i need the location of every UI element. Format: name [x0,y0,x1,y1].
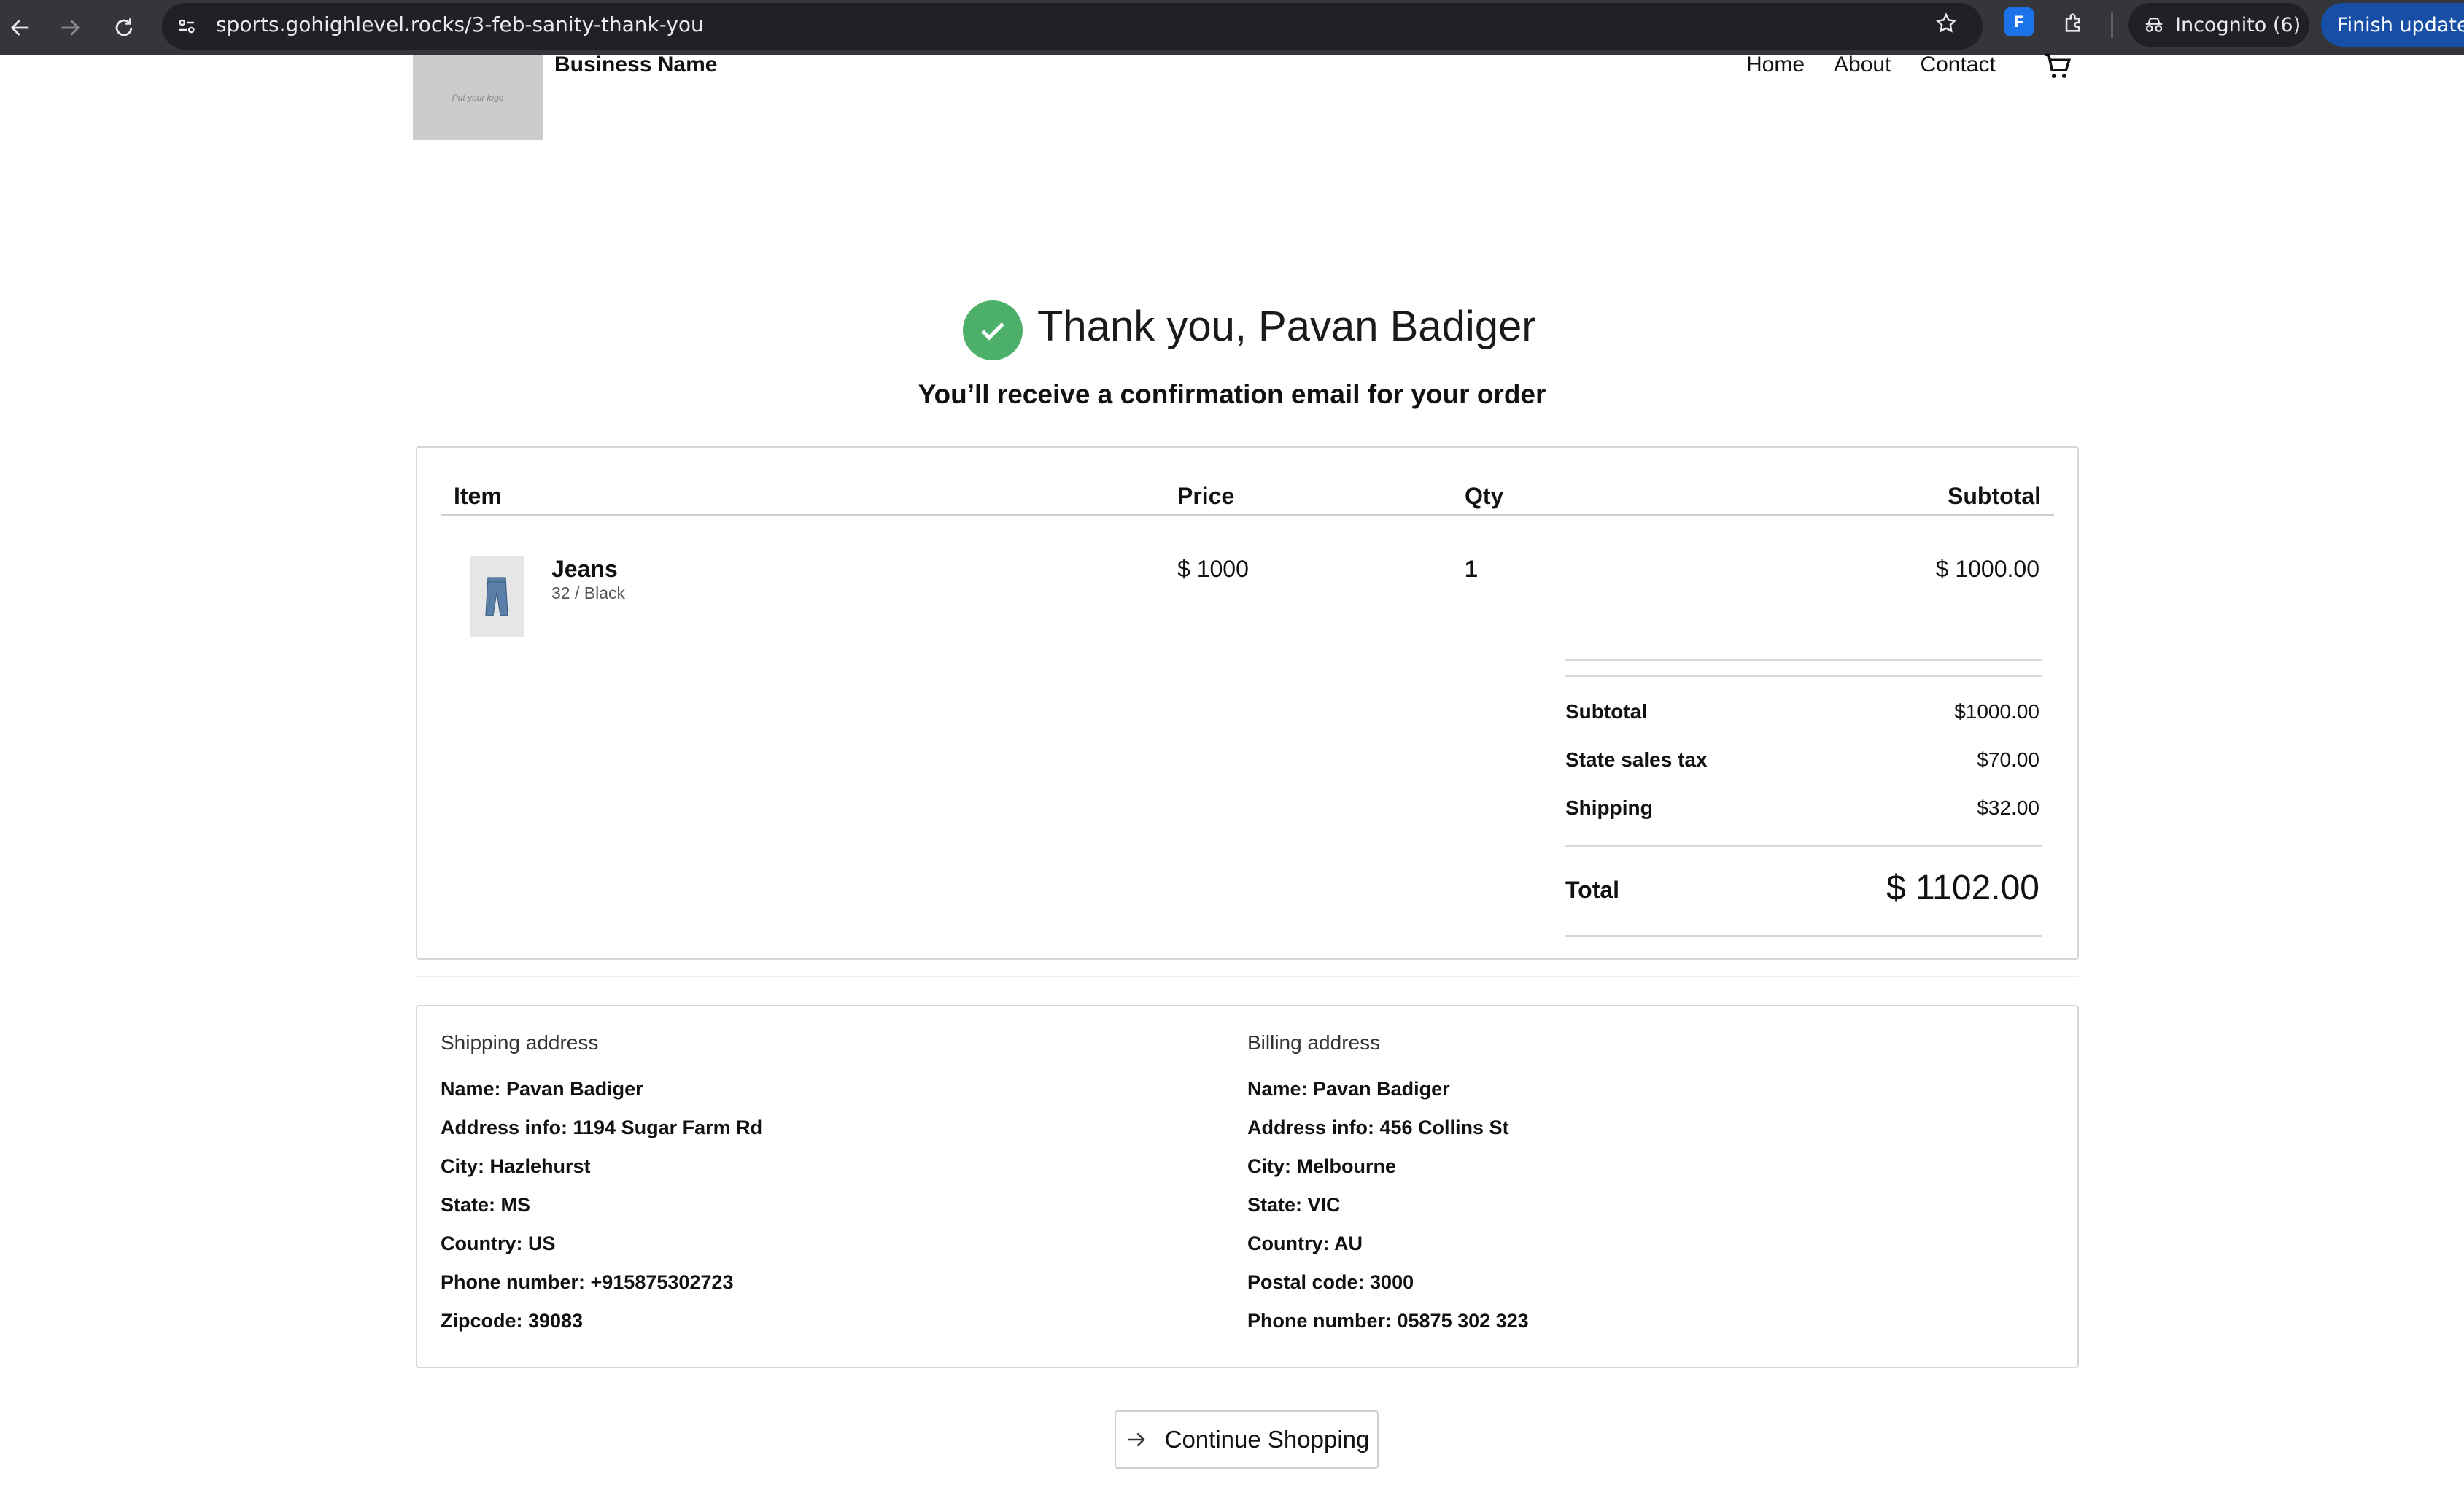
section-divider [416,976,2079,977]
logo-text: Put your logo [452,93,504,103]
item-variant: 32 / Black [551,583,625,602]
reload-icon[interactable] [105,9,143,47]
finish-update-label: Finish update [2337,13,2464,36]
thank-you-title: Thank you, Pavan Badiger [1037,303,1536,350]
shipping-zipcode: Zipcode: 39083 [441,1310,584,1332]
shipping-city: City: Hazlehurst [441,1155,591,1177]
business-name[interactable]: Business Name [554,53,717,77]
nav-about-link[interactable]: About [1834,53,1891,77]
url-text[interactable]: sports.gohighlevel.rocks/3-feb-sanity-th… [216,12,704,36]
arrow-right-icon [1128,1432,1145,1447]
billing-address-title: Billing address [1247,1031,1381,1054]
summary-divider [1565,675,2042,677]
back-icon[interactable] [1,9,39,47]
toolbar-separator [2111,12,2113,38]
cart-icon[interactable] [2042,51,2073,82]
billing-address-info: Address info: 456 Collins St [1247,1117,1509,1138]
forward-icon[interactable] [51,9,89,47]
summary-divider [1565,659,2042,661]
total-divider [1565,935,2042,937]
extension-f-icon[interactable]: F [2004,7,2034,36]
shipping-name: Name: Pavan Badiger [441,1078,643,1100]
shipping-country: Country: US [441,1233,556,1254]
billing-state: State: VIC [1247,1194,1341,1216]
total-label: Total [1565,877,1620,903]
shipping-label: Shipping [1565,796,1653,819]
column-qty: Qty [1465,483,1504,509]
billing-country: Country: AU [1247,1233,1363,1254]
billing-address: Billing address Name: Pavan Badiger Addr… [1247,1031,1529,1344]
shipping-address-info: Address info: 1194 Sugar Farm Rd [441,1117,763,1138]
continue-shopping-label: Continue Shopping [1164,1426,1370,1453]
site-nav: Home About Contact [1746,53,1996,77]
address-card: Shipping address Name: Pavan Badiger Add… [416,1005,2079,1368]
order-summary-card: Item Price Qty Subtotal Jeans 32 / Black… [416,446,2079,960]
column-item: Item [454,483,502,509]
billing-postal-code: Postal code: 3000 [1247,1271,1414,1293]
incognito-icon [2145,18,2163,32]
shipping-address: Shipping address Name: Pavan Badiger Add… [441,1031,762,1344]
success-check-icon [963,300,1023,360]
shipping-address-title: Shipping address [441,1031,599,1054]
product-thumbnail [470,556,524,637]
subtotal-label: Subtotal [1565,700,1647,723]
item-price: $ 1000 [1177,556,1249,582]
order-table-header: Item Price Qty Subtotal [441,470,2054,516]
finish-update-button[interactable]: Finish update [2321,3,2464,47]
shipping-state: State: MS [441,1194,531,1216]
confirmation-subtitle: You’ll receive a confirmation email for … [918,379,1546,409]
site-settings-icon[interactable] [171,10,203,42]
billing-city: City: Melbourne [1247,1155,1397,1177]
column-price: Price [1177,483,1235,509]
shipping-phone: Phone number: +915875302723 [441,1271,734,1293]
address-bar[interactable]: sports.gohighlevel.rocks/3-feb-sanity-th… [162,3,1983,50]
billing-phone: Phone number: 05875 302 323 [1247,1310,1529,1332]
extensions-puzzle-icon[interactable] [2057,6,2091,39]
column-subtotal: Subtotal [1948,483,2041,509]
incognito-indicator[interactable]: Incognito (6) [2128,3,2309,47]
nav-home-link[interactable]: Home [1746,53,1805,77]
continue-shopping-button[interactable]: Continue Shopping [1115,1410,1379,1469]
total-value: $ 1102.00 [1886,869,2039,907]
tax-label: State sales tax [1565,748,1708,771]
billing-name: Name: Pavan Badiger [1247,1078,1450,1100]
site-logo[interactable]: Put your logo [413,55,543,140]
browser-toolbar: sports.gohighlevel.rocks/3-feb-sanity-th… [0,0,2464,55]
nav-contact-link[interactable]: Contact [1920,53,1995,77]
subtotal-value: $1000.00 [1954,700,2039,723]
bookmark-star-icon[interactable] [1930,7,1962,39]
item-qty: 1 [1465,556,1478,582]
item-subtotal: $ 1000.00 [1935,556,2039,582]
shipping-value: $32.00 [1977,796,2039,819]
tax-value: $70.00 [1977,748,2039,771]
extension-letter: F [2014,12,2024,31]
total-divider [1565,845,2042,847]
incognito-label: Incognito (6) [2175,13,2301,36]
jeans-icon [485,577,508,616]
item-name: Jeans [551,556,618,582]
